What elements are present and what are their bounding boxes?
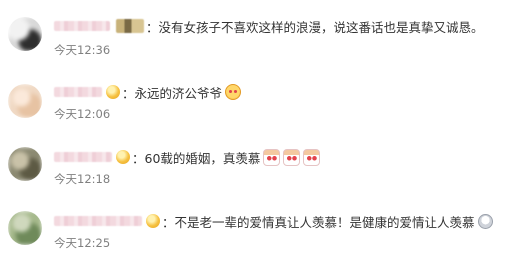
comment-header: ：永远的济公爷爷 [54, 82, 242, 102]
comment-item: ：不是老一辈的爱情真让人羡慕！是健康的爱情让人羡慕 今天12:25 [0, 205, 505, 271]
comment-time: 今天12:06 [54, 107, 111, 121]
gold-badge-icon [146, 214, 160, 228]
comment-header: ：60载的婚姻，真羡慕 [54, 147, 321, 167]
envy-icon [263, 148, 281, 166]
username[interactable] [54, 21, 110, 31]
comment-item: ：60载的婚姻，真羡慕 今天12:18 [0, 141, 505, 207]
username[interactable] [54, 87, 102, 97]
comment-item: ：永远的济公爷爷 今天12:06 [0, 76, 505, 142]
gold-badge-icon [106, 85, 120, 99]
avatar[interactable] [8, 211, 42, 245]
comment-text: ：永远的济公爷爷 [122, 85, 223, 101]
comment-text: ：不是老一辈的爱情真让人羡慕！是健康的爱情让人羡慕 [162, 214, 475, 230]
gold-badge-icon [116, 150, 130, 164]
comment-time: 今天12:18 [54, 172, 111, 186]
crying-ghost-icon [477, 213, 493, 229]
comment-text: ：没有女孩子不喜欢这样的浪漫，说这番话也是真挚又诚恳。 [146, 19, 484, 35]
envy-icon [303, 148, 321, 166]
avatar[interactable] [8, 84, 42, 118]
comment-text: ：60载的婚姻，真羡慕 [132, 150, 261, 166]
comment-header: ：不是老一辈的爱情真让人羡慕！是健康的爱情让人羡慕 [54, 211, 493, 231]
comment-header: ：没有女孩子不喜欢这样的浪漫，说这番话也是真挚又诚恳。 [54, 16, 484, 36]
comment-time: 今天12:25 [54, 236, 111, 250]
comment-time: 今天12:36 [54, 43, 111, 57]
member-badge-icon [116, 19, 144, 33]
username[interactable] [54, 216, 142, 226]
kiss-face-icon [225, 84, 242, 100]
username[interactable] [54, 152, 112, 162]
avatar[interactable] [8, 17, 42, 51]
envy-icon [283, 148, 301, 166]
comment-item: ：没有女孩子不喜欢这样的浪漫，说这番话也是真挚又诚恳。 今天12:36 [0, 10, 505, 76]
avatar[interactable] [8, 147, 42, 181]
